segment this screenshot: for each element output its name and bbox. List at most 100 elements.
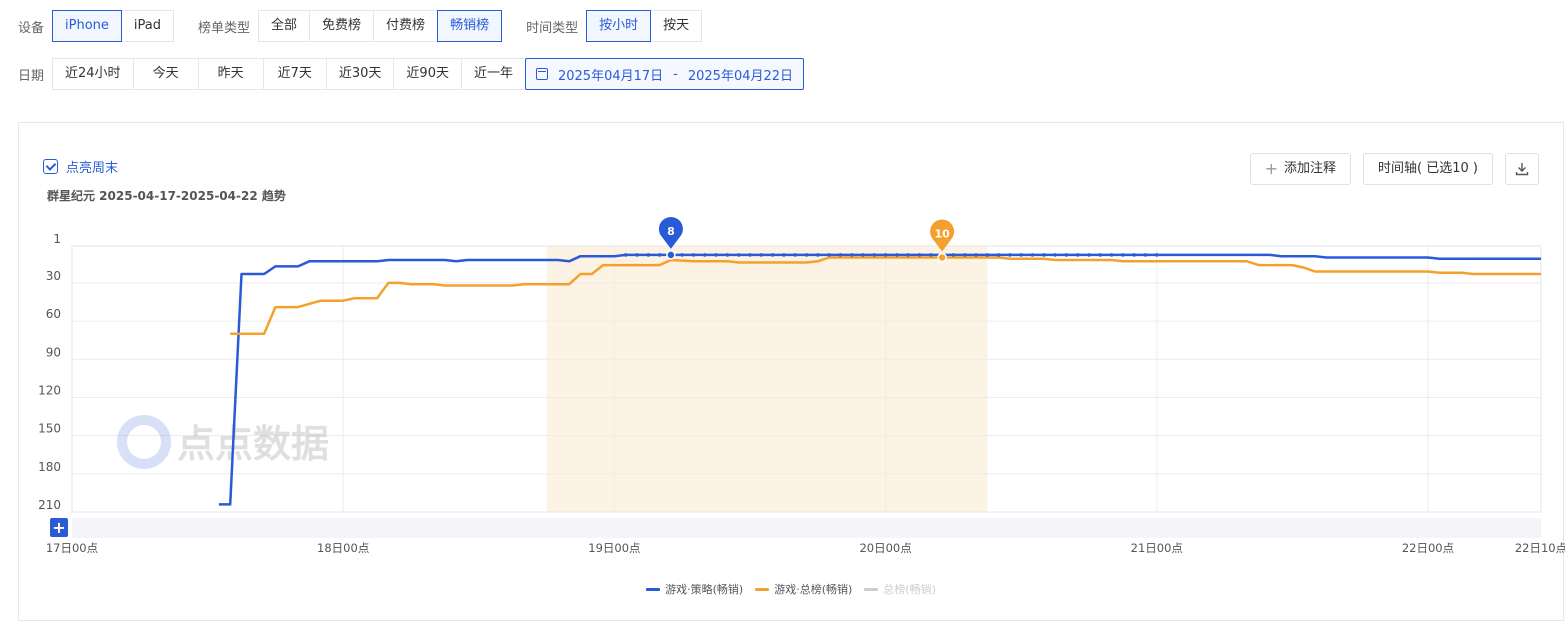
list-type-paid[interactable]: 付费榜 [373,10,439,42]
filter-row-2: 日期 近24小时 今天 昨天 近7天 近30天 近90天 近一年 2025年04… [18,58,805,90]
data-point [816,253,820,257]
y-tick-label: 90 [46,345,61,359]
watermark-logo: 点点数据 [117,415,329,469]
data-point [906,253,910,257]
data-point [703,253,707,257]
date-option-30d[interactable]: 近30天 [325,58,395,90]
data-point [1064,253,1069,257]
data-point [623,253,628,257]
x-tick-label: 19日00点 [588,541,640,555]
data-point [770,253,775,257]
data-point [691,253,696,257]
data-point [883,253,888,257]
data-point [974,253,978,257]
data-point [1008,253,1012,257]
date-option-1y[interactable]: 近一年 [460,58,526,90]
device-option-iphone[interactable]: iPhone [52,10,122,42]
x-tick-label: 17日00点 [46,541,98,555]
data-point [1132,253,1136,257]
date-option-yesterday[interactable]: 昨天 [197,58,264,90]
data-point [1019,253,1023,257]
list-type-segment: 全部 免费榜 付费榜 畅销榜 [258,10,503,42]
date-range-start: 2025年04月17日 [557,68,664,84]
data-point [635,253,639,257]
watermark-text: 点点数据 [177,422,329,466]
date-option-24h[interactable]: 近24小时 [52,58,134,90]
device-label: 设备 [18,20,45,36]
data-point [1143,253,1148,257]
chart-subtitle: 群星纪元 2025-04-17-2025-04-22 趋势 [47,189,286,203]
timeline-button[interactable]: 时间轴( 已选10 ) [1363,153,1493,185]
chart-toolbar: + 添加注释 时间轴( 已选10 ) [1238,153,1539,185]
time-type-segment: 按小时 按天 [586,10,703,42]
checkbox-checked-icon [43,159,58,174]
date-option-90d[interactable]: 近90天 [393,58,462,90]
data-point [827,253,831,257]
plus-icon: + [52,518,65,537]
data-point [996,253,1001,257]
list-type-all[interactable]: 全部 [258,10,311,42]
data-point [804,253,809,257]
data-point [1109,253,1114,257]
x-tick-label: 22日10点 [1515,541,1565,555]
legend-item-total[interactable]: 总榜(畅销) [864,581,936,597]
data-point [985,253,990,257]
data-point [1087,253,1091,257]
highlight-weekend-label: 点亮周末 [66,161,119,176]
list-type-free[interactable]: 免费榜 [309,10,375,42]
data-point [748,253,752,257]
annotation-point [666,250,676,260]
calendar-icon [535,68,548,80]
chart-panel: 1 30 60 90 120 150 180 210 17日00点 18日00点 19日00点 20日… [18,122,1565,621]
y-tick-label: 150 [38,422,61,436]
data-point [793,253,797,257]
date-range-end: 2025年04月22日 [687,68,794,84]
device-option-ipad[interactable]: iPad [120,10,174,42]
data-point [962,253,967,257]
download-icon [1515,163,1529,176]
time-type-label: 时间类型 [526,20,579,36]
date-label: 日期 [18,68,45,84]
chart-legend: 游戏·策略(畅销) 游戏·总榜(畅销) 总榜(畅销) [19,581,1563,597]
data-point [917,253,922,257]
data-point [759,253,764,257]
data-point [838,253,843,257]
y-tick-label: 30 [46,269,61,283]
legend-label: 游戏·策略(畅销) [665,583,744,596]
legend-item-strategy[interactable]: 游戏·策略(畅销) [646,581,743,597]
data-point [1075,253,1080,257]
data-point [861,253,865,257]
download-button[interactable] [1505,153,1539,185]
x-tick-label: 21日00点 [1131,541,1183,555]
data-point [646,253,651,257]
data-point [1121,253,1125,257]
y-tick-label: 180 [38,460,61,474]
date-option-7d[interactable]: 近7天 [262,58,327,90]
legend-item-overall[interactable]: 游戏·总榜(畅销) [755,581,852,597]
date-range-picker[interactable]: 2025年04月17日 - 2025年04月22日 [524,58,805,90]
list-type-grossing[interactable]: 畅销榜 [437,10,503,42]
annotation-label: 8 [667,225,675,238]
data-point [1053,253,1057,257]
time-type-hourly[interactable]: 按小时 [586,10,652,42]
date-range-separator: - [673,66,678,82]
data-point [1030,253,1035,257]
legend-label: 游戏·总榜(畅销) [774,583,853,596]
date-segment: 近24小时 今天 昨天 近7天 近30天 近90天 近一年 [52,58,526,90]
add-note-button[interactable]: + 添加注释 [1249,153,1352,185]
y-tick-label: 120 [38,383,61,397]
x-tick-label: 20日00点 [859,541,911,555]
data-point [951,253,956,257]
x-tick-label: 22日00点 [1402,541,1454,555]
y-tick-label: 60 [46,307,61,321]
time-type-daily[interactable]: 按天 [650,10,703,42]
legend-swatch [646,587,661,591]
annotation-label: 10 [934,227,950,240]
highlight-weekend-toggle[interactable]: 点亮周末 [43,157,118,176]
date-option-today[interactable]: 今天 [132,58,199,90]
data-point [872,253,877,257]
plus-icon: + [1264,159,1279,178]
data-point [895,253,899,257]
data-point [1042,253,1046,257]
data-point [714,253,718,257]
